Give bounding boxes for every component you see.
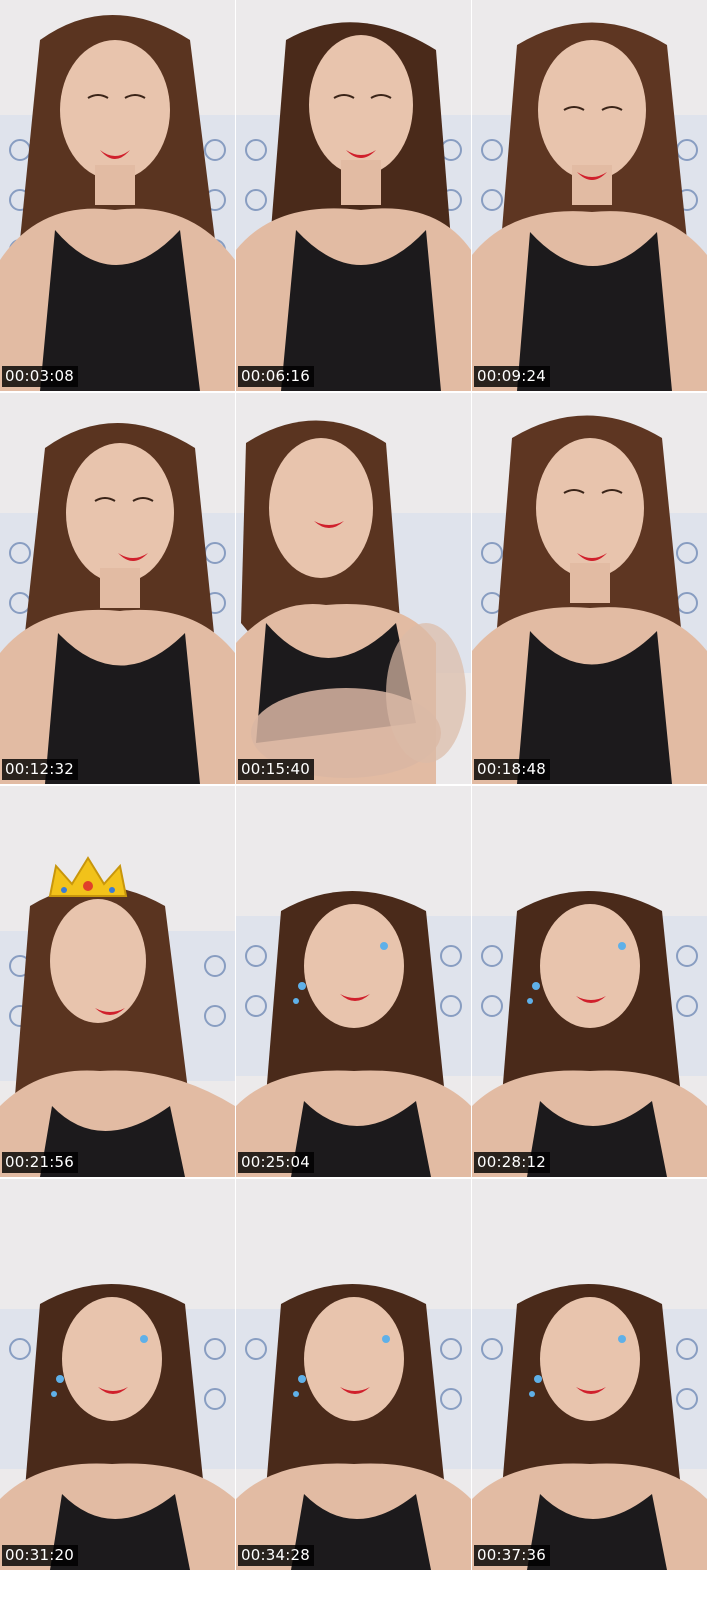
frame-image bbox=[472, 1179, 707, 1570]
video-thumbnail[interactable]: 00:12:32 bbox=[0, 393, 235, 784]
video-thumbnail[interactable]: 00:18:48 bbox=[472, 393, 707, 784]
timestamp-label: 00:21:56 bbox=[2, 1152, 78, 1173]
timestamp-label: 00:12:32 bbox=[2, 759, 78, 780]
video-thumbnail[interactable]: 00:06:16 bbox=[236, 0, 471, 391]
video-thumbnail[interactable]: 00:03:08 bbox=[0, 0, 235, 391]
video-thumbnail[interactable]: 00:28:12 bbox=[472, 786, 707, 1177]
video-thumbnail[interactable]: 00:37:36 bbox=[472, 1179, 707, 1570]
timestamp-label: 00:37:36 bbox=[474, 1545, 550, 1566]
timestamp-label: 00:03:08 bbox=[2, 366, 78, 387]
video-thumbnail[interactable]: 00:31:20 bbox=[0, 1179, 235, 1570]
frame-image bbox=[472, 0, 707, 391]
thumbnail-grid: 00:03:08 00:06:16 00:09:24 00:12:32 00:1… bbox=[0, 0, 720, 1600]
timestamp-label: 00:34:28 bbox=[238, 1545, 314, 1566]
frame-image bbox=[0, 393, 235, 784]
frame-image bbox=[472, 786, 707, 1177]
frame-image bbox=[0, 0, 235, 391]
frame-image bbox=[236, 393, 471, 784]
video-thumbnail[interactable]: 00:21:56 bbox=[0, 786, 235, 1177]
video-thumbnail[interactable]: 00:15:40 bbox=[236, 393, 471, 784]
frame-image bbox=[0, 1179, 235, 1570]
frame-image bbox=[472, 393, 707, 784]
video-thumbnail[interactable]: 00:25:04 bbox=[236, 786, 471, 1177]
frame-image bbox=[0, 786, 235, 1177]
frame-image bbox=[236, 0, 471, 391]
timestamp-label: 00:09:24 bbox=[474, 366, 550, 387]
timestamp-label: 00:06:16 bbox=[238, 366, 314, 387]
video-thumbnail[interactable]: 00:09:24 bbox=[472, 0, 707, 391]
timestamp-label: 00:31:20 bbox=[2, 1545, 78, 1566]
timestamp-label: 00:25:04 bbox=[238, 1152, 314, 1173]
timestamp-label: 00:15:40 bbox=[238, 759, 314, 780]
frame-image bbox=[236, 1179, 471, 1570]
timestamp-label: 00:18:48 bbox=[474, 759, 550, 780]
frame-image bbox=[236, 786, 471, 1177]
video-thumbnail[interactable]: 00:34:28 bbox=[236, 1179, 471, 1570]
timestamp-label: 00:28:12 bbox=[474, 1152, 550, 1173]
